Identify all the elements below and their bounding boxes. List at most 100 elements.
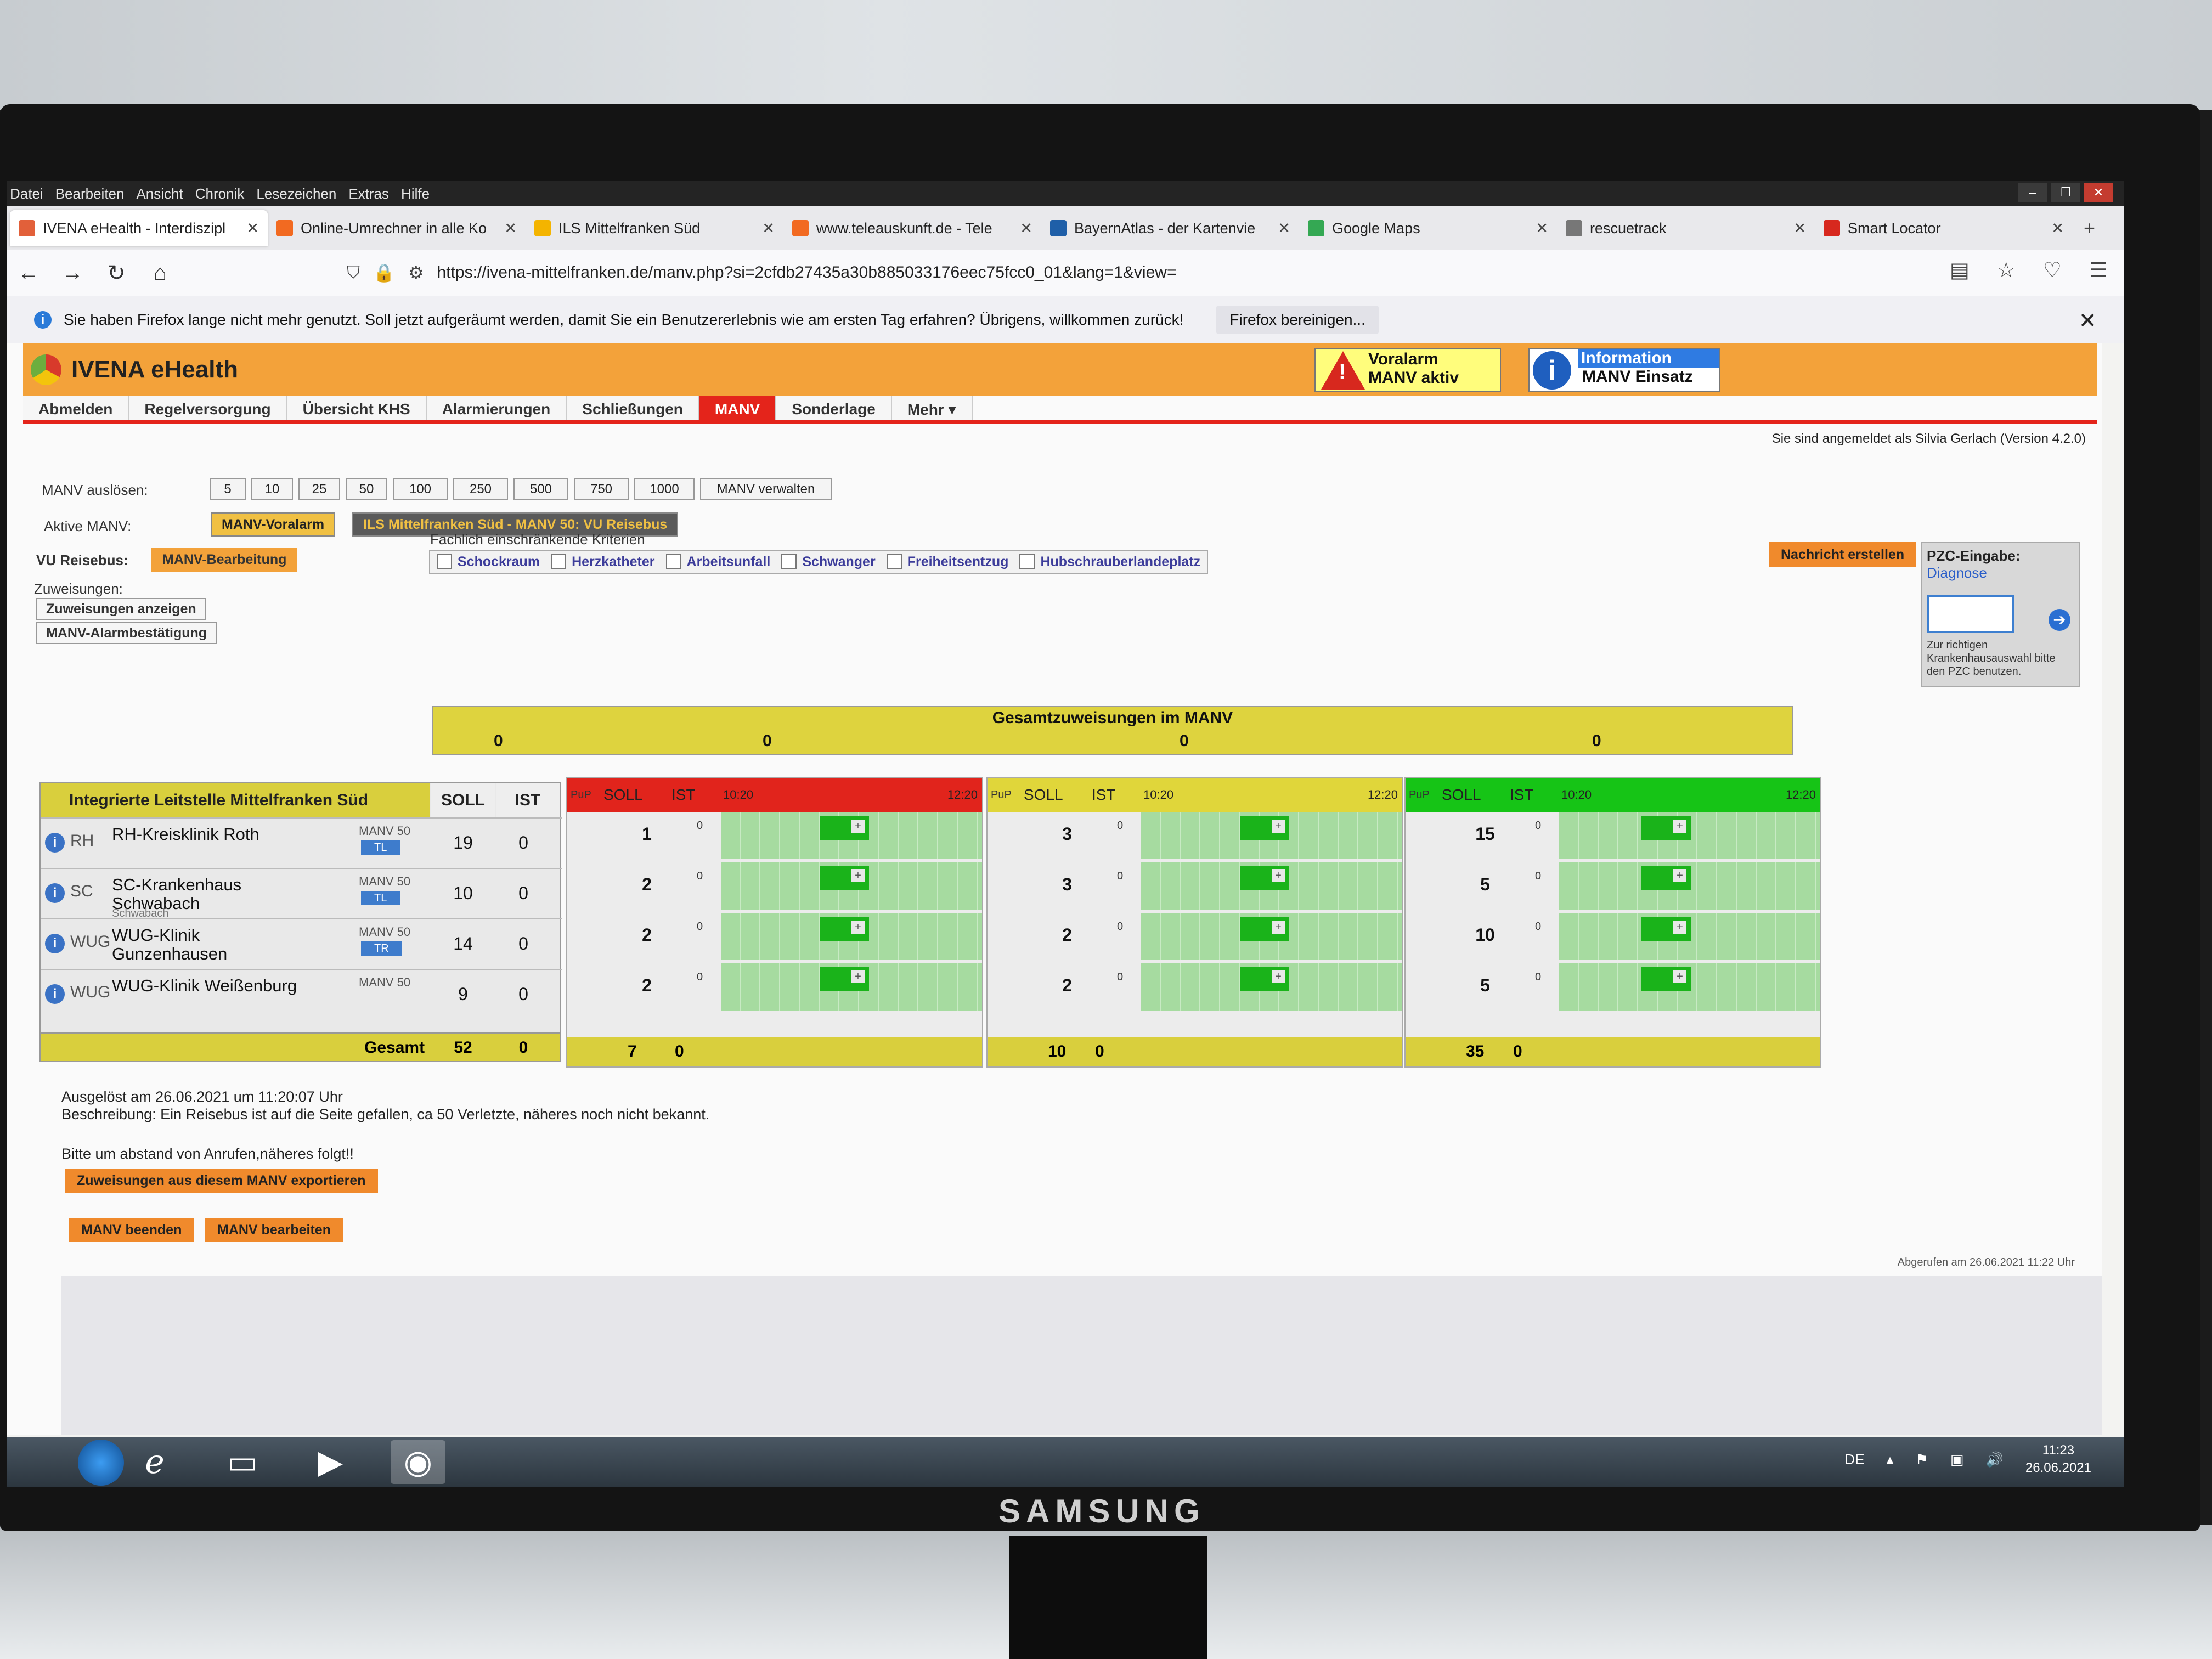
- checkbox-hubschrauberlandeplatz[interactable]: Hubschrauberlandeplatz: [1019, 554, 1200, 570]
- nav-sonderlage[interactable]: Sonderlage: [776, 396, 892, 420]
- home-icon[interactable]: ⌂: [138, 261, 182, 285]
- menu-datei[interactable]: Datei: [10, 185, 43, 202]
- table-row[interactable]: i SC SC-Krankenhaus Schwabach Schwabach …: [41, 868, 562, 919]
- manv-25-button[interactable]: 25: [298, 478, 340, 500]
- menu-hilfe[interactable]: Hilfe: [401, 185, 430, 202]
- manv-10-button[interactable]: 10: [251, 478, 293, 500]
- maximize-icon[interactable]: ❐: [2051, 183, 2080, 202]
- manv-alarmbestaetigung-button[interactable]: MANV-Alarmbestätigung: [36, 622, 217, 644]
- slot-marker[interactable]: [1641, 967, 1691, 991]
- information-alert[interactable]: i Information MANV Einsatz: [1528, 348, 1720, 392]
- nav-regelversorgung[interactable]: Regelversorgung: [129, 396, 287, 420]
- manv-5-button[interactable]: 5: [210, 478, 246, 500]
- tab-close-icon[interactable]: ✕: [246, 220, 259, 237]
- slot-marker[interactable]: [820, 816, 869, 840]
- internet-explorer-icon[interactable]: ℯ: [127, 1440, 182, 1484]
- notification-close-icon[interactable]: ✕: [2078, 308, 2097, 334]
- pzc-input[interactable]: [1927, 595, 2015, 633]
- menu-extras[interactable]: Extras: [348, 185, 389, 202]
- tab-ils[interactable]: ILS Mittelfranken Süd ✕: [526, 210, 783, 246]
- slot-marker[interactable]: [1641, 917, 1691, 941]
- start-icon[interactable]: [78, 1440, 124, 1486]
- zuweisungen-anzeigen-button[interactable]: Zuweisungen anzeigen: [36, 598, 206, 620]
- slot-marker[interactable]: [1641, 866, 1691, 890]
- nav-uebersicht-khs[interactable]: Übersicht KHS: [287, 396, 427, 420]
- tab-rescuetrack[interactable]: rescuetrack ✕: [1557, 210, 1815, 246]
- tab-close-icon[interactable]: ✕: [2051, 220, 2064, 237]
- table-row[interactable]: i RH RH-Kreisklinik Roth MANV 50 TL 19 0: [41, 817, 562, 868]
- menu-lesezeichen[interactable]: Lesezeichen: [256, 185, 336, 202]
- file-explorer-icon[interactable]: ▭: [215, 1440, 270, 1484]
- table-row[interactable]: i WUG WUG-Klinik Weißenburg MANV 50 9 0: [41, 969, 562, 1019]
- tab-umrechner[interactable]: Online-Umrechner in alle Ko ✕: [268, 210, 526, 246]
- slot-marker[interactable]: [820, 866, 869, 890]
- info-icon[interactable]: i: [45, 984, 65, 1004]
- checkbox-schockraum[interactable]: Schockraum: [437, 554, 540, 570]
- bookmark-star-icon[interactable]: ☆: [1997, 258, 2016, 283]
- checkbox-freiheitsentzug[interactable]: Freiheitsentzug: [887, 554, 1009, 570]
- tray-expand-icon[interactable]: ▴: [1887, 1451, 1894, 1468]
- tab-close-icon[interactable]: ✕: [1793, 220, 1806, 237]
- manv-50-button[interactable]: 50: [346, 478, 387, 500]
- checkbox-schwanger[interactable]: Schwanger: [781, 554, 875, 570]
- slot-marker[interactable]: [1240, 917, 1289, 941]
- url-bar[interactable]: ⛉ 🔒 ⚙ https://ivena-mittelfranken.de/man…: [347, 256, 1828, 290]
- slot-marker[interactable]: [1240, 816, 1289, 840]
- new-tab-icon[interactable]: +: [2084, 217, 2095, 240]
- permissions-icon[interactable]: ⚙: [408, 262, 424, 283]
- language-indicator[interactable]: DE: [1844, 1451, 1864, 1468]
- manv-250-button[interactable]: 250: [453, 478, 508, 500]
- nav-abmelden[interactable]: Abmelden: [23, 396, 129, 420]
- tab-google-maps[interactable]: Google Maps ✕: [1299, 210, 1557, 246]
- checkbox-arbeitsunfall[interactable]: Arbeitsunfall: [666, 554, 771, 570]
- manv-bearbeiten-button[interactable]: MANV bearbeiten: [205, 1218, 343, 1242]
- table-row[interactable]: i WUG WUG-Klinik Gunzenhausen MANV 50 TR…: [41, 918, 562, 969]
- slot-marker[interactable]: [1240, 866, 1289, 890]
- volume-icon[interactable]: 🔊: [1986, 1451, 2004, 1468]
- network-icon[interactable]: ▣: [1950, 1451, 1964, 1468]
- firefox-icon[interactable]: ◉: [391, 1440, 445, 1484]
- reader-view-icon[interactable]: ▤: [1950, 258, 1970, 283]
- tab-close-icon[interactable]: ✕: [1536, 220, 1548, 237]
- tab-close-icon[interactable]: ✕: [1278, 220, 1290, 237]
- reload-icon[interactable]: ↻: [94, 261, 138, 286]
- lock-icon[interactable]: 🔒: [373, 262, 395, 283]
- nav-alarmierungen[interactable]: Alarmierungen: [426, 396, 567, 420]
- back-icon[interactable]: ←: [7, 261, 50, 285]
- diagnose-link[interactable]: Diagnose: [1927, 565, 2075, 582]
- shield-icon[interactable]: ⛉: [347, 262, 360, 283]
- menu-chronik[interactable]: Chronik: [195, 185, 245, 202]
- manv-1000-button[interactable]: 1000: [634, 478, 695, 500]
- tab-close-icon[interactable]: ✕: [504, 220, 517, 237]
- manv-100-button[interactable]: 100: [393, 478, 448, 500]
- forward-icon[interactable]: →: [50, 261, 94, 285]
- nav-mehr[interactable]: Mehr ▾: [891, 396, 973, 420]
- info-icon[interactable]: i: [45, 883, 65, 903]
- voralarm-alert[interactable]: Voralarm MANV aktiv: [1314, 348, 1501, 392]
- slot-marker[interactable]: [1240, 967, 1289, 991]
- menu-bearbeiten[interactable]: Bearbeiten: [55, 185, 125, 202]
- nav-manv[interactable]: MANV: [699, 396, 777, 420]
- nav-schliessungen[interactable]: Schließungen: [567, 396, 699, 420]
- tab-close-icon[interactable]: ✕: [1020, 220, 1032, 237]
- tab-smart-locator[interactable]: Smart Locator ✕: [1815, 210, 2073, 246]
- close-icon[interactable]: ✕: [2084, 183, 2113, 202]
- tab-close-icon[interactable]: ✕: [762, 220, 775, 237]
- submit-arrow-icon[interactable]: ➔: [2049, 609, 2070, 631]
- manv-verwalten-button[interactable]: MANV verwalten: [700, 478, 832, 500]
- info-icon[interactable]: i: [45, 934, 65, 953]
- manv-bearbeitung-chip[interactable]: MANV-Bearbeitung: [151, 548, 298, 572]
- pocket-icon[interactable]: ♡: [2043, 258, 2062, 283]
- firefox-refresh-button[interactable]: Firefox bereinigen...: [1216, 305, 1379, 334]
- flag-icon[interactable]: ⚑: [1916, 1451, 1928, 1468]
- slot-marker[interactable]: [1641, 816, 1691, 840]
- manv-beenden-button[interactable]: MANV beenden: [69, 1218, 194, 1242]
- nachricht-erstellen-button[interactable]: Nachricht erstellen: [1769, 542, 1917, 567]
- tab-teleauskunft[interactable]: www.teleauskunft.de - Tele ✕: [783, 210, 1041, 246]
- tab-ivena[interactable]: IVENA eHealth - Interdiszipl ✕: [10, 210, 268, 246]
- clock[interactable]: 11:23 26.06.2021: [2025, 1442, 2091, 1477]
- hamburger-menu-icon[interactable]: ☰: [2089, 258, 2108, 283]
- manv-500-button[interactable]: 500: [514, 478, 568, 500]
- info-icon[interactable]: i: [45, 833, 65, 853]
- menu-ansicht[interactable]: Ansicht: [136, 185, 183, 202]
